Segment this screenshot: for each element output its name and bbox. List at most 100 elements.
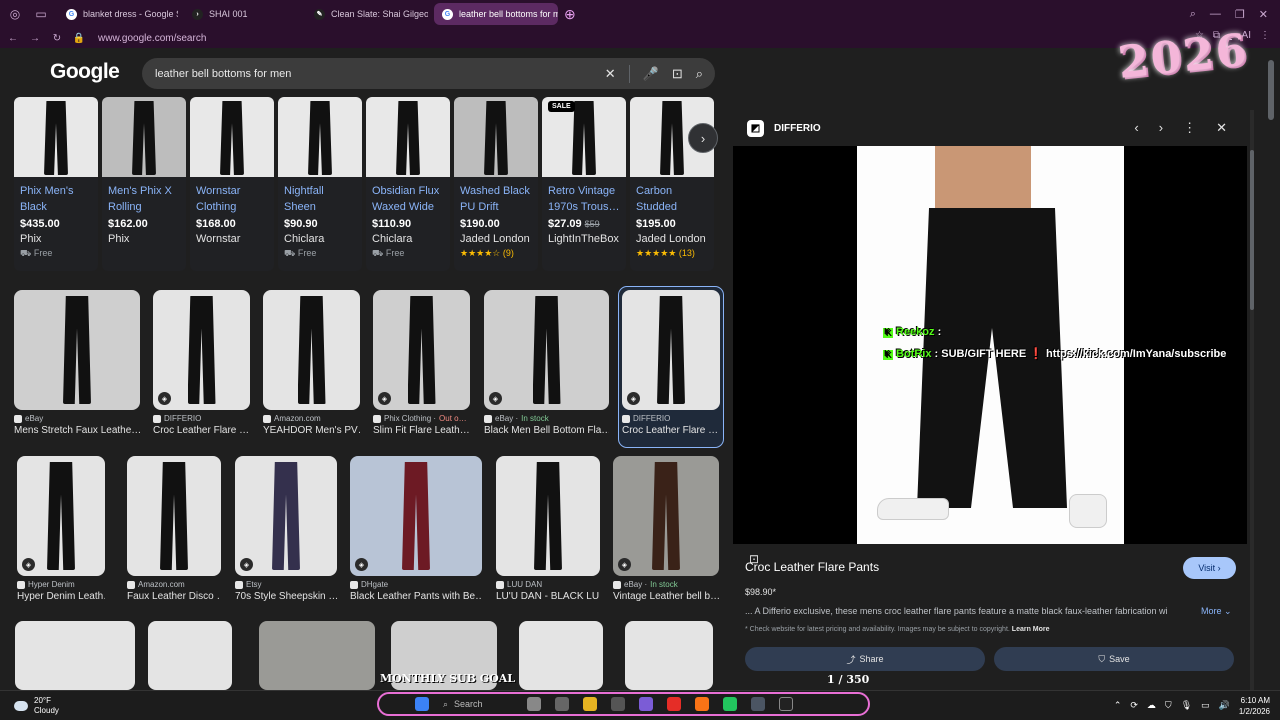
back-icon[interactable]: ← xyxy=(4,33,22,44)
preview-image[interactable] xyxy=(857,146,1124,544)
weather-widget[interactable]: 20°F Cloudy xyxy=(14,696,59,716)
url-field[interactable]: www.google.com/search xyxy=(98,33,206,44)
chevron-left-icon[interactable]: ‹ xyxy=(1134,120,1138,136)
product-card[interactable]: Wornstar Clothing Cutl… $168.00 Wornstar xyxy=(190,97,274,271)
network-icon[interactable]: ▭ xyxy=(1201,700,1210,711)
site-favicon-icon xyxy=(263,414,271,423)
forward-icon[interactable]: → xyxy=(26,33,44,44)
app-icon[interactable] xyxy=(611,697,625,711)
spreadsheet-icon[interactable] xyxy=(723,697,737,711)
taskbar-search[interactable]: ⌕ Search xyxy=(443,699,513,710)
share-button[interactable]: ⤴ Share xyxy=(745,647,985,671)
result-source: Amazon.com xyxy=(127,580,221,589)
product-image xyxy=(102,97,186,177)
visit-button[interactable]: Visit › xyxy=(1183,557,1236,579)
onedrive-icon[interactable]: ☁ xyxy=(1147,700,1156,711)
ableton-icon[interactable] xyxy=(695,697,709,711)
product-card[interactable]: Phix Men's Black Leathe… $435.00 Phix ⛟ … xyxy=(14,97,98,271)
product-price: $27.09 $59 xyxy=(548,218,600,230)
kick-favicon-icon: › xyxy=(192,8,203,20)
page-scrollbar[interactable] xyxy=(1268,50,1274,690)
product-tag-icon: ◈ xyxy=(240,558,253,571)
site-favicon-icon xyxy=(496,580,504,589)
widgets-icon[interactable] xyxy=(527,697,541,711)
microphone-icon[interactable]: 🎙 xyxy=(1181,700,1192,711)
image-result[interactable] xyxy=(519,621,603,690)
sync-icon[interactable]: ⟳ xyxy=(1130,700,1138,711)
image-result[interactable]: Amazon.com YEAHDOR Men's PV… xyxy=(263,290,360,436)
product-card[interactable]: SALE Retro Vintage 1970s Trous… $27.09 $5… xyxy=(542,97,626,271)
result-image: ◈ xyxy=(613,456,719,576)
image-result[interactable] xyxy=(15,621,135,690)
discord-icon[interactable] xyxy=(639,697,653,711)
google-logo[interactable]: Google xyxy=(50,60,120,84)
microphone-icon[interactable]: 🎤 xyxy=(643,66,659,82)
divider xyxy=(628,64,630,83)
new-tab-icon[interactable]: ⊕ xyxy=(564,6,576,23)
chevron-right-icon[interactable]: › xyxy=(688,123,718,153)
clock[interactable]: 6:10 AM 1/2/2026 xyxy=(1239,695,1270,717)
lens-icon[interactable]: ⊡ xyxy=(672,66,683,82)
product-card[interactable]: Nightfall Sheen Flared… $90.90 Chiclara … xyxy=(278,97,362,271)
image-result[interactable]: ◈ eBay · In stock Vintage Leather bell b… xyxy=(613,456,719,602)
kick-badge-icon: K xyxy=(883,350,893,360)
tab-clean-slate[interactable]: ✎ Clean Slate: Shai Gilgeous xyxy=(306,3,428,25)
learn-more-link[interactable]: Learn More xyxy=(1012,626,1050,633)
search-icon[interactable]: ⌕ xyxy=(696,66,703,82)
clear-search-icon[interactable]: ✕ xyxy=(605,66,616,82)
volume-icon[interactable]: 🔊 xyxy=(1219,700,1230,711)
image-result[interactable]: ◈ Phix Clothing · Out o… Slim Fit Flare … xyxy=(373,290,470,436)
image-result[interactable]: eBay Mens Stretch Faux Leathe… xyxy=(14,290,140,436)
product-card[interactable]: Washed Black PU Drift Jean… $190.00 Jade… xyxy=(454,97,538,271)
tab-label: blanket dress - Google Se xyxy=(83,9,178,19)
maximize-icon[interactable]: ❐ xyxy=(1235,8,1245,21)
obs-icon[interactable] xyxy=(779,697,793,711)
file-explorer-icon[interactable] xyxy=(583,697,597,711)
search-input[interactable]: leather bell bottoms for men xyxy=(155,68,291,80)
image-result[interactable]: ◈ Hyper Denim Hyper Denim Leath… xyxy=(17,456,105,602)
close-window-icon[interactable]: ✕ xyxy=(1259,8,1268,21)
workspaces-icon[interactable]: ▭ xyxy=(30,3,52,25)
panel-scrollbar[interactable] xyxy=(1250,110,1254,690)
product-card[interactable]: Obsidian Flux Waxed Wide … $110.90 Chicl… xyxy=(366,97,450,271)
product-title: Carbon Studded Drift… xyxy=(636,185,677,213)
image-result[interactable]: LUU DAN LU'U DAN - BLACK LU… xyxy=(496,456,600,602)
reload-icon[interactable]: ↻ xyxy=(48,33,66,44)
close-icon[interactable]: ✕ xyxy=(1216,120,1227,136)
result-title: Croc Leather Flare … xyxy=(622,425,719,436)
browser-menu-icon[interactable]: ◎ xyxy=(4,3,26,25)
image-result[interactable] xyxy=(625,621,713,690)
image-result[interactable]: ◈ DHgate Black Leather Pants with Be… xyxy=(350,456,482,602)
more-button[interactable]: More ⌄ xyxy=(1201,606,1232,617)
image-result[interactable]: ◈ DIFFERIO Croc Leather Flare … xyxy=(153,290,250,436)
product-card[interactable]: Men's Phix X Rolling Stone… $162.00 Phix xyxy=(102,97,186,271)
chevron-up-icon[interactable]: ⌃ xyxy=(1114,700,1122,711)
image-result[interactable]: Amazon.com Faux Leather Disco … xyxy=(127,456,221,602)
minimize-icon[interactable]: — xyxy=(1210,8,1221,21)
tab-shai-001[interactable]: › SHAI 001 xyxy=(184,3,300,25)
lock-icon[interactable]: 🔒 xyxy=(70,33,88,44)
search-tabs-icon[interactable]: ⌕ xyxy=(1190,8,1196,21)
steam-icon[interactable] xyxy=(751,697,765,711)
save-button[interactable]: ⛉ Save xyxy=(994,647,1234,671)
image-result[interactable]: ◈ Etsy 70s Style Sheepskin … xyxy=(235,456,337,602)
panel-site-name[interactable]: DIFFERIO xyxy=(774,123,821,134)
tab-blanket-dress[interactable]: G blanket dress - Google Se xyxy=(58,3,178,25)
search-box[interactable]: leather bell bottoms for men ✕ 🎤 ⊡ ⌕ xyxy=(142,58,715,89)
image-result[interactable] xyxy=(259,621,375,690)
product-seller: Wornstar xyxy=(196,233,241,245)
task-view-icon[interactable] xyxy=(555,697,569,711)
more-options-icon[interactable]: ⋮ xyxy=(1183,120,1196,136)
shield-icon[interactable]: ⛉ xyxy=(1165,700,1172,711)
youtube-icon[interactable] xyxy=(667,697,681,711)
image-result[interactable] xyxy=(148,621,232,690)
stream-chat-line: K BotRix : SUB/GIFT HERE ❗ https://kick.c… xyxy=(883,347,1226,360)
tab-leather-bell-bottoms[interactable]: G leather bell bottoms for me xyxy=(434,3,558,25)
image-result[interactable]: ◈ eBay · In stock Black Men Bell Bottom … xyxy=(484,290,609,436)
image-result-selected[interactable]: ◈ DIFFERIO Croc Leather Flare … xyxy=(618,286,724,448)
windows-start-icon[interactable] xyxy=(415,697,429,711)
chevron-right-icon[interactable]: › xyxy=(1159,120,1163,136)
tab-label: leather bell bottoms for me xyxy=(459,9,558,19)
product-seller: Chiclara xyxy=(372,233,413,245)
site-favicon-icon xyxy=(17,580,25,589)
